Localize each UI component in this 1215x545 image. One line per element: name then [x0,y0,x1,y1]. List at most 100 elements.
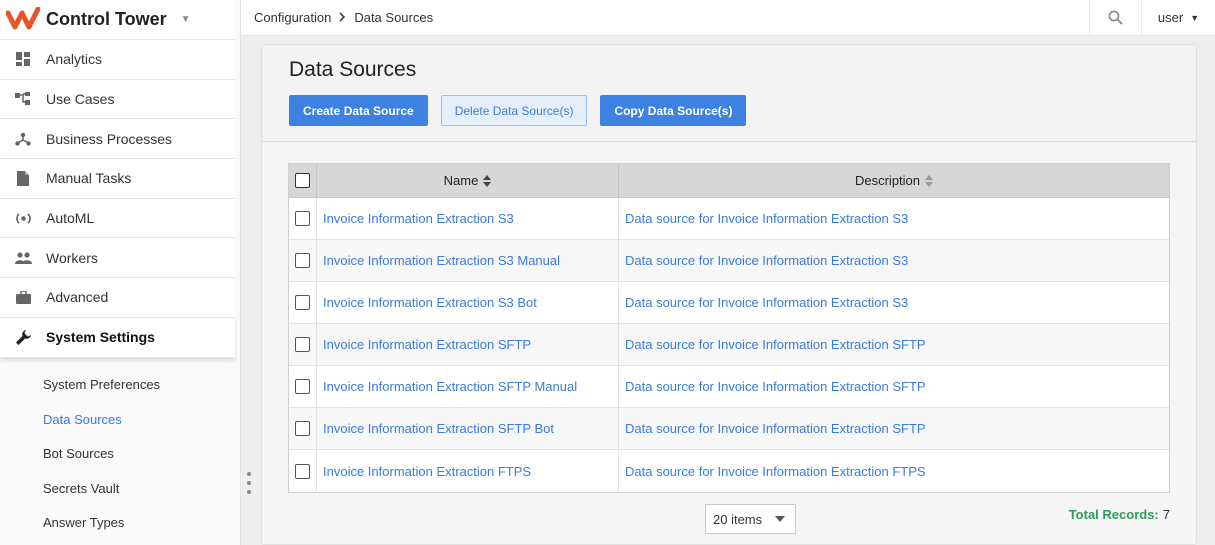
table-row: Invoice Information Extraction S3 Manual… [289,240,1169,282]
nav-item-label: System Settings [46,329,155,346]
data-source-name-link[interactable]: Invoice Information Extraction S3 Bot [323,295,537,310]
data-sources-panel: Data Sources Create Data Source Delete D… [261,44,1197,545]
nav-item-label: Use Cases [46,91,115,108]
nav-item-system-settings[interactable]: System Settings [0,318,235,358]
chevron-right-icon [339,10,346,25]
sub-item-data-sources[interactable]: Data Sources [0,402,240,437]
nav-item-workers[interactable]: Workers [0,238,235,279]
nav-item-business-processes[interactable]: Business Processes [0,119,235,160]
table-row: Invoice Information Extraction SFTP Bot … [289,408,1169,450]
chevron-down-icon[interactable]: ▼ [181,14,191,25]
sub-item-secrets-vault[interactable]: Secrets Vault [0,471,240,506]
row-checkbox[interactable] [295,421,310,436]
row-checkbox-cell [289,198,317,239]
create-data-source-button[interactable]: Create Data Source [289,95,428,126]
table-row: Invoice Information Extraction SFTP Manu… [289,366,1169,408]
sub-item-bot-sources[interactable]: Bot Sources [0,437,240,472]
data-source-description-link[interactable]: Data source for Invoice Information Extr… [625,464,926,479]
nav-item-label: Business Processes [46,130,173,147]
name-cell: Invoice Information Extraction S3 Manual [317,240,619,281]
chevron-down-icon [775,516,785,522]
select-all-checkbox[interactable] [295,173,310,188]
nav-item-label: AutoML [46,210,95,227]
data-source-description-link[interactable]: Data source for Invoice Information Extr… [625,421,926,436]
top-bar: Configuration Data Sources user ▼ [241,0,1215,36]
wrench-icon [14,328,32,346]
column-header-description[interactable]: Description [619,164,1169,197]
page-title: Data Sources [289,58,417,81]
row-checkbox[interactable] [295,463,310,479]
row-checkbox-cell [289,408,317,449]
name-cell: Invoice Information Extraction S3 Bot [317,282,619,323]
copy-data-source-button[interactable]: Copy Data Source(s) [600,95,747,126]
description-cell: Data source for Invoice Information Extr… [619,450,1169,492]
row-checkbox[interactable] [295,295,310,310]
nav-item-analytics[interactable]: Analytics [0,40,235,80]
column-label: Description [854,173,921,188]
nav-item-automl[interactable]: AutoML [0,199,235,239]
table-header: Name Description [289,164,1169,198]
page-size-select[interactable]: 20 items [705,504,796,534]
row-checkbox[interactable] [295,211,310,226]
search-button[interactable] [1089,0,1141,36]
sidebar: Control Tower ▼ Analytics Use Cases Busi… [0,0,241,545]
breadcrumb-configuration[interactable]: Configuration [254,10,331,25]
total-records-label: Total Records: [1068,507,1159,522]
user-menu[interactable]: user ▼ [1141,0,1215,36]
column-header-name[interactable]: Name [317,164,619,197]
row-checkbox-cell [289,324,317,365]
nav-item-advanced[interactable]: Advanced [0,278,235,318]
data-source-description-link[interactable]: Data source for Invoice Information Extr… [625,295,908,310]
name-cell: Invoice Information Extraction S3 [317,198,619,239]
data-source-description-link[interactable]: Data source for Invoice Information Extr… [625,379,926,394]
flow-icon [14,130,32,148]
data-source-description-link[interactable]: Data source for Invoice Information Extr… [625,253,908,268]
brand-logo-icon [6,6,40,29]
app-title: Control Tower [46,9,167,29]
breadcrumb: Configuration Data Sources [241,10,1089,25]
dashboard-icon [14,50,32,68]
data-sources-table: Name Description Invoice Information Ext… [288,163,1170,493]
document-icon [14,169,32,187]
delete-data-source-button[interactable]: Delete Data Source(s) [440,95,588,126]
row-checkbox[interactable] [295,337,310,352]
data-source-name-link[interactable]: Invoice Information Extraction S3 Manual [323,253,560,268]
nav-item-manual-tasks[interactable]: Manual Tasks [0,159,235,199]
table-row: Invoice Information Extraction FTPS Data… [289,450,1169,492]
table-row: Invoice Information Extraction S3 Data s… [289,198,1169,240]
table-body: Invoice Information Extraction S3 Data s… [289,198,1169,492]
sub-item-system-preferences[interactable]: System Preferences [0,368,240,403]
data-source-description-link[interactable]: Data source for Invoice Information Extr… [625,337,926,352]
name-cell: Invoice Information Extraction SFTP Manu… [317,366,619,407]
row-checkbox[interactable] [295,379,310,394]
sort-icon [925,174,934,187]
data-source-name-link[interactable]: Invoice Information Extraction S3 [323,211,514,226]
sub-item-answer-types[interactable]: Answer Types [0,506,240,541]
table-row: Invoice Information Extraction S3 Bot Da… [289,282,1169,324]
row-checkbox-cell [289,366,317,407]
nav-item-use-cases[interactable]: Use Cases [0,80,235,120]
total-records-value: 7 [1162,507,1170,522]
data-source-name-link[interactable]: Invoice Information Extraction SFTP Manu… [323,379,577,394]
description-cell: Data source for Invoice Information Extr… [619,198,1169,239]
description-cell: Data source for Invoice Information Extr… [619,366,1169,407]
data-source-description-link[interactable]: Data source for Invoice Information Extr… [625,211,908,226]
nav-item-label: Manual Tasks [46,170,132,187]
sidebar-resize-handle-icon[interactable] [246,472,252,494]
toolbar: Create Data Source Delete Data Source(s)… [289,95,1196,126]
page-size-value: 20 items [713,511,763,527]
data-source-name-link[interactable]: Invoice Information Extraction FTPS [323,464,531,479]
description-cell: Data source for Invoice Information Extr… [619,408,1169,449]
system-settings-subnav: System Preferences Data Sources Bot Sour… [0,358,240,541]
nav-item-label: Advanced [46,289,109,306]
brand[interactable]: Control Tower ▼ [0,0,235,40]
data-source-name-link[interactable]: Invoice Information Extraction SFTP [323,337,531,352]
breadcrumb-data-sources: Data Sources [354,10,434,25]
table-row: Invoice Information Extraction SFTP Data… [289,324,1169,366]
row-checkbox-cell [289,282,317,323]
row-checkbox-cell [289,450,317,492]
row-checkbox[interactable] [295,253,310,268]
total-records: Total Records: 7 [1069,507,1170,522]
search-icon [1108,10,1123,25]
data-source-name-link[interactable]: Invoice Information Extraction SFTP Bot [323,421,554,436]
